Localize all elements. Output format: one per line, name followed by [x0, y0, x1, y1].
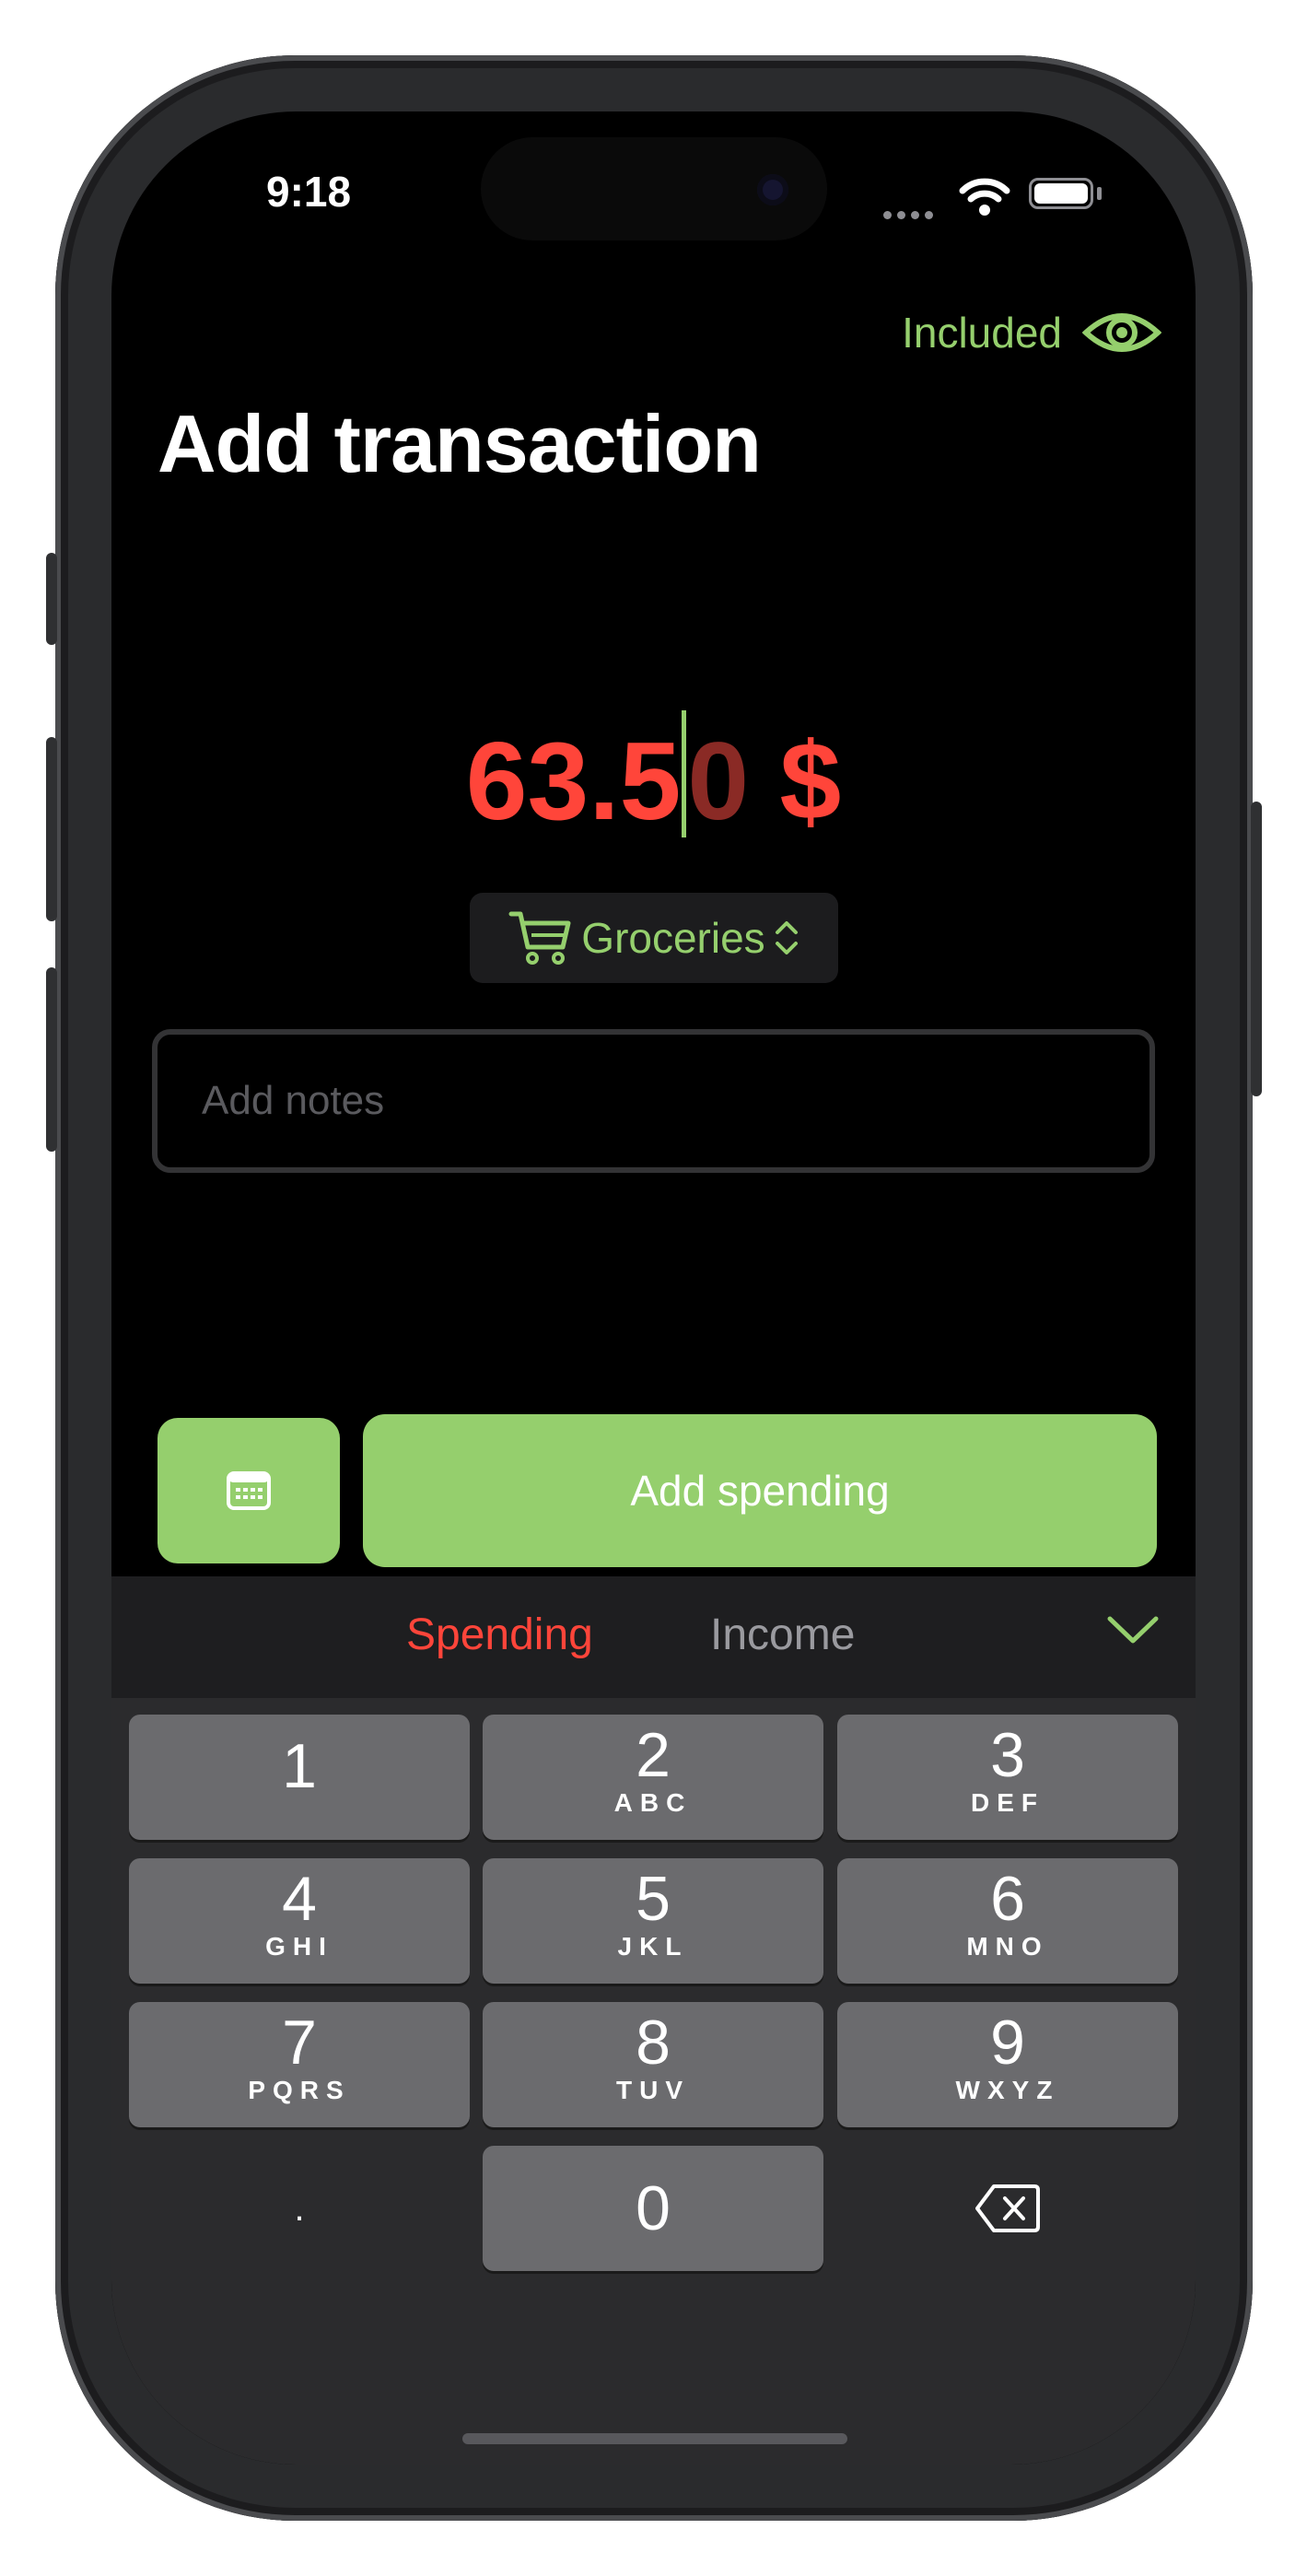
wifi-icon	[959, 178, 1010, 216]
status-time: 9:18	[266, 168, 352, 216]
key-0[interactable]: 0	[483, 2146, 823, 2271]
date-button[interactable]	[158, 1418, 340, 1563]
category-label: Groceries	[581, 914, 765, 962]
add-spending-button[interactable]: Add spending	[363, 1414, 1157, 1567]
tab-income[interactable]: Income	[710, 1610, 855, 1660]
calendar-icon	[227, 1471, 271, 1510]
key-number: 4	[282, 1864, 317, 1934]
cart-icon	[508, 911, 571, 965]
notes-placeholder: Add notes	[202, 1078, 385, 1123]
included-toggle[interactable]: Included	[867, 296, 1161, 369]
key-number: 1	[282, 1731, 317, 1801]
key-letters: TUV	[616, 2076, 690, 2104]
eye-icon	[1082, 313, 1161, 352]
key-number: 2	[636, 1720, 671, 1790]
keyboard-toolbar: Spending Income	[111, 1576, 1196, 1698]
amount-display[interactable]: 63.50 $	[111, 710, 1196, 845]
key-delete[interactable]	[837, 2146, 1178, 2271]
key-letters: MNO	[966, 1932, 1049, 1961]
category-selector[interactable]: Groceries	[470, 893, 838, 983]
key-6[interactable]: 6 MNO	[837, 1858, 1178, 1984]
numeric-keyboard: Spending Income 1 2 ABC 3 DEF 4 GHI 5 JK…	[111, 1576, 1196, 2465]
battery-cap	[1097, 187, 1102, 200]
volume-down-button	[46, 967, 57, 1152]
page-title: Add transaction	[158, 398, 762, 489]
key-7[interactable]: 7 PQRS	[129, 2002, 470, 2127]
camera-lens	[757, 174, 788, 205]
key-letters: JKL	[617, 1932, 689, 1961]
included-label: Included	[902, 309, 1062, 357]
dynamic-island	[481, 137, 827, 240]
key-letters: DEF	[971, 1788, 1044, 1817]
signal-dots	[883, 207, 939, 224]
key-1[interactable]: 1	[129, 1715, 470, 1840]
checkmark-icon[interactable]	[1106, 1611, 1160, 1648]
key-4[interactable]: 4 GHI	[129, 1858, 470, 1984]
key-3[interactable]: 3 DEF	[837, 1715, 1178, 1840]
key-9[interactable]: 9 WXYZ	[837, 2002, 1178, 2127]
chevron-updown-icon	[775, 921, 798, 954]
amount-trailing-digit: 0	[687, 720, 750, 843]
key-number: 8	[636, 2008, 671, 2078]
key-number: 9	[990, 2008, 1025, 2078]
text-caret	[682, 710, 687, 837]
key-letters: WXYZ	[955, 2076, 1060, 2104]
key-letters: GHI	[265, 1932, 333, 1961]
key-number: 7	[282, 2008, 317, 2078]
home-indicator	[462, 2433, 847, 2444]
app-screen: 9:18 Included Add transaction 63.50 $ Gr…	[111, 111, 1196, 2465]
key-2[interactable]: 2 ABC	[483, 1715, 823, 1840]
key-8[interactable]: 8 TUV	[483, 2002, 823, 2127]
action-button	[46, 553, 57, 645]
key-decimal-label: .	[294, 2188, 305, 2229]
key-5[interactable]: 5 JKL	[483, 1858, 823, 1984]
key-number: 3	[990, 1720, 1025, 1790]
battery-icon	[1029, 178, 1093, 209]
key-number: 0	[636, 2173, 671, 2243]
notes-field[interactable]: Add notes	[152, 1029, 1155, 1173]
key-number: 6	[990, 1864, 1025, 1934]
delete-backspace-icon	[975, 2184, 1040, 2232]
amount-currency: $	[749, 720, 842, 843]
volume-up-button	[46, 737, 57, 921]
tab-spending[interactable]: Spending	[406, 1610, 593, 1660]
key-number: 5	[636, 1864, 671, 1934]
key-letters: ABC	[613, 1788, 693, 1817]
power-button	[1251, 802, 1262, 1096]
key-decimal[interactable]: .	[129, 2146, 470, 2271]
key-letters: PQRS	[248, 2076, 351, 2104]
amount-value: 63.5	[465, 720, 682, 843]
